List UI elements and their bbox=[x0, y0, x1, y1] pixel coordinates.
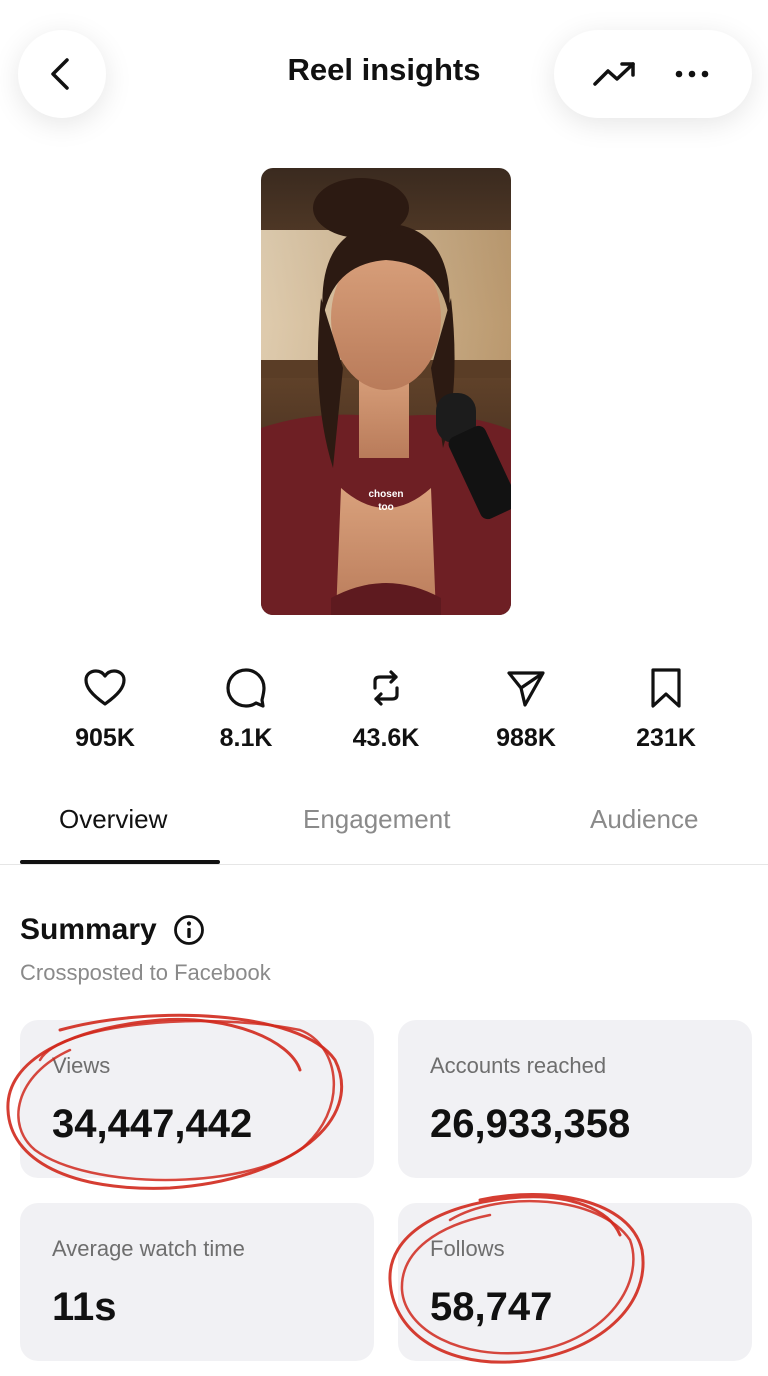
summary-header: Summary bbox=[20, 913, 205, 947]
metric-value: 34,447,442 bbox=[52, 1102, 253, 1146]
stat-likes[interactable]: 905K bbox=[45, 665, 165, 753]
tab-overview[interactable]: Overview bbox=[59, 804, 167, 835]
metric-value: 58,747 bbox=[430, 1285, 553, 1329]
insights-tabs: Overview Engagement Audience bbox=[0, 790, 768, 865]
trend-button[interactable] bbox=[590, 49, 640, 99]
repost-icon bbox=[373, 669, 399, 706]
metric-label: Follows bbox=[430, 1236, 505, 1261]
metric-card-views[interactable]: Views 34,447,442 bbox=[20, 1020, 374, 1178]
summary-subtitle: Crossposted to Facebook bbox=[20, 960, 271, 985]
trending-up-icon bbox=[592, 62, 635, 86]
metric-card-accounts-reached[interactable]: Accounts reached 26,933,358 bbox=[398, 1020, 752, 1178]
stat-reposts[interactable]: 43.6K bbox=[326, 665, 446, 753]
bookmark-icon bbox=[651, 667, 681, 708]
stat-value: 43.6K bbox=[352, 724, 420, 752]
stat-value: 8.1K bbox=[219, 724, 273, 752]
metric-label: Average watch time bbox=[52, 1236, 245, 1261]
stat-value: 988K bbox=[496, 724, 556, 752]
engagement-stats: 905K 8.1K 43.6K 988K 231K bbox=[0, 665, 768, 765]
stat-saves[interactable]: 231K bbox=[606, 665, 726, 753]
stat-comments[interactable]: 8.1K bbox=[186, 665, 306, 753]
more-horizontal-icon bbox=[675, 70, 708, 78]
stat-value: 905K bbox=[75, 724, 135, 752]
more-button[interactable] bbox=[667, 49, 717, 99]
stat-value: 231K bbox=[636, 724, 696, 752]
heart-icon bbox=[84, 668, 126, 706]
metric-label: Views bbox=[52, 1053, 111, 1078]
summary-title: Summary bbox=[20, 913, 157, 946]
metric-card-follows[interactable]: Follows 58,747 bbox=[398, 1203, 752, 1361]
share-icon bbox=[507, 670, 545, 707]
active-tab-indicator bbox=[20, 860, 220, 864]
comment-icon bbox=[226, 667, 266, 708]
tab-engagement[interactable]: Engagement bbox=[303, 804, 450, 835]
metric-value: 26,933,358 bbox=[430, 1102, 631, 1146]
stat-shares[interactable]: 988K bbox=[466, 665, 586, 753]
header: Reel insights bbox=[0, 0, 768, 150]
metric-value: 11s bbox=[52, 1285, 117, 1329]
metric-label: Accounts reached bbox=[430, 1053, 607, 1078]
header-actions bbox=[554, 30, 752, 118]
tab-audience[interactable]: Audience bbox=[590, 804, 698, 835]
info-icon[interactable] bbox=[173, 914, 205, 946]
reel-caption: chosen too bbox=[368, 489, 404, 513]
reel-thumbnail[interactable]: chosen too bbox=[261, 168, 511, 615]
metric-card-average-watch-time[interactable]: Average watch time 11s bbox=[20, 1203, 374, 1361]
